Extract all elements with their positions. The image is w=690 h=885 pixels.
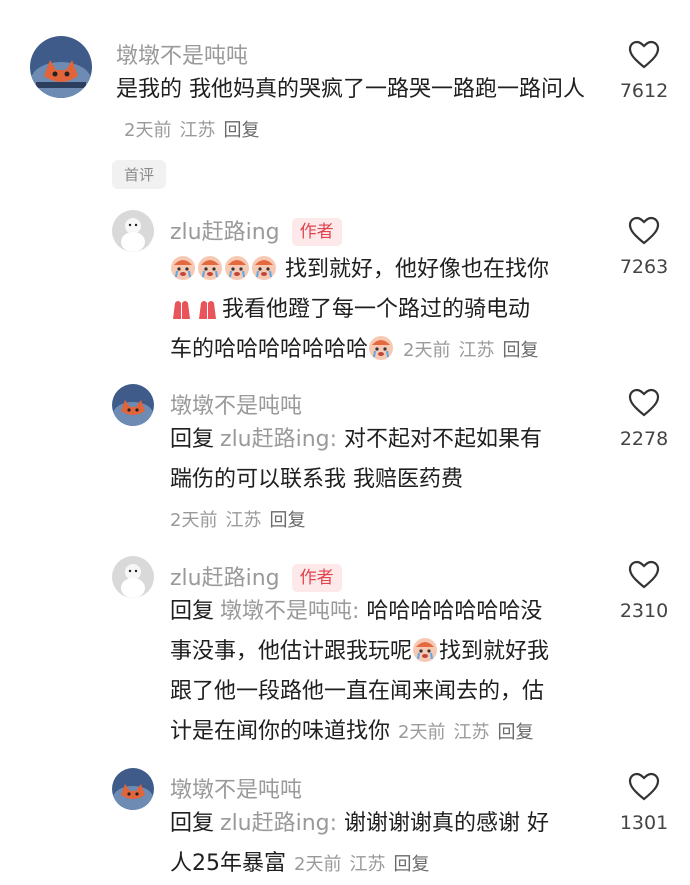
like-button[interactable]: 2278: [614, 388, 674, 450]
reply-button[interactable]: 回复: [223, 120, 259, 141]
comment-meta: 2天前 江苏 回复: [398, 722, 541, 743]
comment-text: 是我的 我他妈真的哭疯了一路哭一路跑一路问人 2天前 江苏 回复: [116, 70, 596, 151]
location: 江苏: [349, 854, 386, 875]
reply-button[interactable]: 回复: [269, 510, 305, 531]
like-button[interactable]: 7263: [614, 216, 674, 278]
reply-target-user[interactable]: 墩墩不是吨吨:: [220, 599, 359, 624]
comment-body-c: 车的哈哈哈哈哈哈哈: [170, 337, 369, 362]
location: 江苏: [179, 120, 216, 141]
heart-outline-icon: [628, 560, 660, 589]
heart-outline-icon: [628, 216, 660, 245]
comment-body-a: 哈哈哈哈哈哈哈没: [359, 599, 543, 624]
avatar-snowman[interactable]: [112, 210, 154, 252]
location: 江苏: [453, 722, 490, 743]
reply-button[interactable]: 回复: [497, 722, 533, 743]
like-button[interactable]: 2310: [614, 560, 674, 622]
comment-body-b: 事没事，他估计跟我玩呢: [170, 639, 413, 664]
reply-prefix: 回复: [170, 599, 215, 624]
comment-text: 回复 墩墩不是吨吨: 哈哈哈哈哈哈哈没 事没事，他估计跟我玩呢 找到就好我 跟了他一…: [170, 592, 610, 753]
like-count: 7612: [619, 80, 669, 102]
like-count: 2310: [619, 600, 669, 622]
comment-body-a: 谢谢谢谢真的感谢 好: [337, 811, 550, 836]
crying-face-emoji-icon: [225, 256, 249, 280]
comment-body: 是我的 我他妈真的哭疯了一路哭一路跑一路问人: [116, 77, 585, 102]
username[interactable]: 墩墩不是吨吨: [116, 38, 248, 70]
crying-face-emoji-icon: [198, 256, 222, 280]
comment-meta: 2天前 江苏 回复: [124, 120, 267, 141]
username[interactable]: zlu赶路ing 作者: [170, 214, 342, 246]
like-button[interactable]: 7612: [614, 40, 674, 102]
heart-outline-icon: [628, 388, 660, 417]
comment-body-d: 计是在闻你的味道找你: [170, 719, 391, 744]
avatar-snowman[interactable]: [112, 556, 154, 598]
crying-face-emoji-icon: [252, 256, 276, 280]
username[interactable]: 墩墩不是吨吨: [170, 772, 302, 804]
reply-target-user[interactable]: zlu赶路ing:: [220, 811, 337, 836]
first-comment-badge: 首评: [112, 160, 167, 189]
reply-prefix: 回复: [170, 427, 215, 452]
username-text: zlu赶路ing: [170, 220, 280, 245]
time: 2天前: [124, 120, 172, 141]
comment-body-b: 踹伤的可以联系我 我赔医药费: [170, 467, 463, 492]
comment-text: 找到就好，他好像也在找你 我看他蹬了每一个路过的骑电动 车的哈哈哈哈哈哈哈 2天前…: [170, 250, 610, 371]
reply-button[interactable]: 回复: [502, 340, 538, 361]
username[interactable]: 墩墩不是吨吨: [170, 388, 302, 420]
username[interactable]: zlu赶路ing 作者: [170, 560, 342, 592]
comment-text: 回复 zlu赶路ing: 对不起对不起如果有 踹伤的可以联系我 我赔医药费 2天前…: [170, 420, 610, 541]
comment-body-b: 我看他蹬了每一个路过的骑电动: [222, 297, 531, 322]
like-count: 1301: [619, 812, 669, 834]
crying-face-emoji-icon: [171, 256, 195, 280]
comment-meta: 2天前 江苏 回复: [170, 510, 313, 531]
location: 江苏: [225, 510, 262, 531]
avatar-fox[interactable]: [30, 36, 92, 98]
author-badge: 作者: [291, 218, 342, 246]
praying-hands-emoji-icon: [199, 301, 216, 319]
emoji-group: [170, 256, 285, 282]
comment-meta: 2天前 江苏 回复: [294, 854, 437, 875]
heart-outline-icon: [628, 772, 660, 801]
heart-outline-icon: [628, 40, 660, 69]
avatar-fox[interactable]: [112, 384, 154, 426]
like-count: 2278: [619, 428, 669, 450]
crying-face-emoji-icon: [369, 336, 394, 360]
author-badge: 作者: [291, 564, 342, 592]
reply-target-user[interactable]: zlu赶路ing:: [220, 427, 337, 452]
comment-body-b2: 找到就好我: [439, 639, 550, 664]
comment-text: 回复 zlu赶路ing: 谢谢谢谢真的感谢 好 人25年暴富 2天前 江苏 回复: [170, 804, 610, 885]
location: 江苏: [458, 340, 495, 361]
comment-body-c: 跟了他一段路他一直在闻来闻去的，估: [170, 679, 545, 704]
praying-hands-emoji-icon: [173, 301, 190, 319]
like-count: 7263: [619, 256, 669, 278]
avatar-fox[interactable]: [112, 768, 154, 810]
time: 2天前: [294, 854, 342, 875]
username-text: zlu赶路ing: [170, 566, 280, 591]
reply-button[interactable]: 回复: [393, 854, 429, 875]
comment-body-a: 找到就好，他好像也在找你: [285, 257, 550, 282]
crying-face-emoji-icon: [413, 638, 438, 662]
like-button[interactable]: 1301: [614, 772, 674, 834]
comment-body-b: 人25年暴富: [170, 851, 286, 876]
comment-meta: 2天前 江苏 回复: [403, 340, 546, 361]
comment-body-a: 对不起对不起如果有: [337, 427, 543, 452]
reply-prefix: 回复: [170, 811, 215, 836]
time: 2天前: [170, 510, 218, 531]
time: 2天前: [398, 722, 446, 743]
time: 2天前: [403, 340, 451, 361]
